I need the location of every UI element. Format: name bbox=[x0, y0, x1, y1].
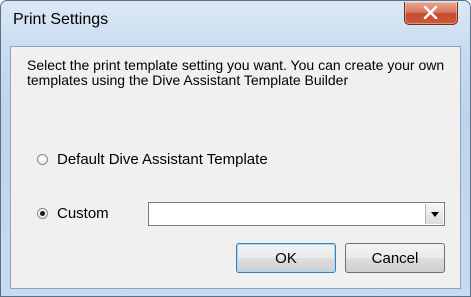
window-title: Print Settings bbox=[13, 11, 109, 28]
default-template-label[interactable]: Default Dive Assistant Template bbox=[57, 151, 268, 168]
chevron-down-icon[interactable] bbox=[425, 204, 443, 224]
description-text: Select the print template setting you wa… bbox=[27, 57, 445, 88]
custom-template-option[interactable]: Custom bbox=[37, 205, 109, 222]
default-template-option[interactable]: Default Dive Assistant Template bbox=[37, 151, 268, 168]
cancel-button[interactable]: Cancel bbox=[345, 243, 445, 273]
custom-template-label[interactable]: Custom bbox=[57, 205, 109, 222]
ok-button[interactable]: OK bbox=[236, 243, 336, 273]
custom-template-radio[interactable] bbox=[37, 208, 48, 219]
print-settings-window: Print Settings Select the print template… bbox=[0, 0, 471, 297]
default-template-radio[interactable] bbox=[37, 154, 48, 165]
close-icon bbox=[423, 6, 438, 19]
custom-template-select[interactable] bbox=[148, 202, 445, 226]
dialog-body: Select the print template setting you wa… bbox=[10, 46, 461, 289]
title-bar[interactable]: Print Settings bbox=[1, 1, 470, 41]
close-button[interactable] bbox=[404, 2, 458, 25]
